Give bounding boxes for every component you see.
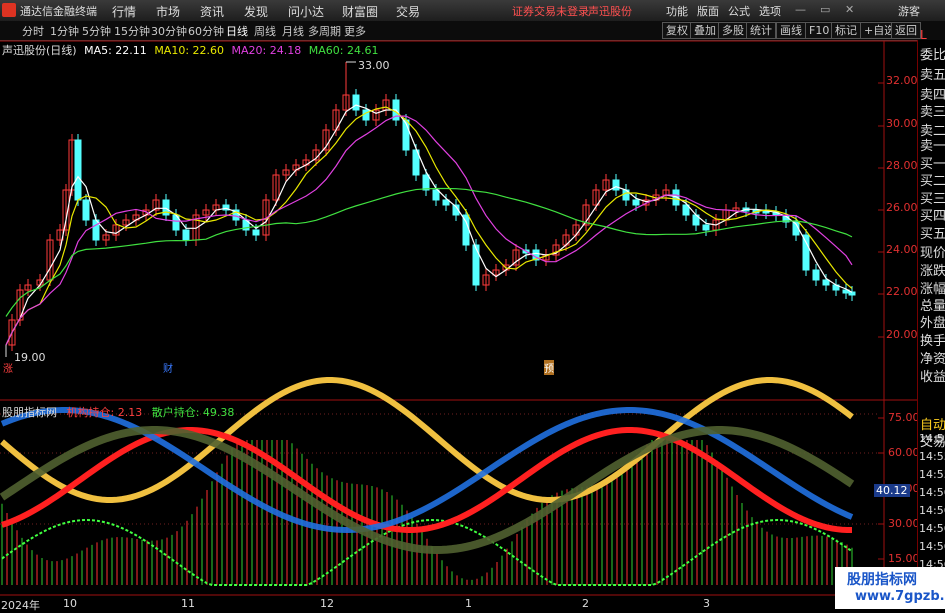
indicator-name[interactable]: 股朋指标网	[2, 406, 57, 419]
y-tick: 32.00	[886, 74, 918, 87]
x-label: 1	[465, 597, 472, 610]
ind-y-tick: 75.00	[888, 411, 920, 424]
x-label: 12	[320, 597, 334, 610]
ind-y-tick: 60.00	[888, 446, 920, 459]
y-tick: 30.00	[886, 117, 918, 130]
ma20-label: MA20: 24.18	[231, 44, 302, 57]
low-label: 19.00	[14, 351, 46, 364]
stock-name: 声迅股份(日线)	[2, 44, 77, 57]
y-tick: 22.00	[886, 285, 918, 298]
candle-body	[182, 229, 190, 241]
trade-time: 14:55	[919, 450, 945, 463]
panel-item: 买四	[920, 209, 945, 224]
watermark-title: 股朋指标网	[847, 572, 917, 588]
x-label: 3	[703, 597, 710, 610]
trade-time: 14:56	[919, 486, 945, 499]
watermark-url: www.7gpzb.com	[855, 589, 945, 604]
candle-body	[74, 139, 82, 201]
ma10-line	[5, 106, 853, 346]
retail-label: 散户持仓: 49.38	[151, 406, 235, 419]
marker-forecast: 预	[544, 360, 554, 375]
panel-item: 买二	[920, 174, 945, 189]
indicator-legend: 股朋指标网 机构持仓: 2.13 散户持仓: 49.38	[2, 404, 234, 420]
panel-item: 现价	[920, 246, 945, 261]
panel-item: 委比	[920, 48, 945, 63]
candle-body	[472, 244, 480, 286]
x-label: 2024年	[1, 599, 40, 612]
panel-item: 卖五	[920, 68, 945, 83]
trade-time: 14:56	[919, 504, 945, 517]
watermark: 股朋指标网 www.7gpzb.com	[835, 567, 945, 609]
candle-body	[82, 199, 90, 221]
candle-body	[252, 229, 260, 236]
panel-item: 卖一	[920, 139, 945, 154]
trade-time: 14:56	[919, 540, 945, 553]
trade-time: 14:56	[919, 522, 945, 535]
candle-body	[422, 174, 430, 191]
candle-body	[612, 179, 620, 191]
marker-up: 涨	[3, 364, 13, 375]
inst-label: 机构持仓: 2.13	[66, 406, 143, 419]
high-label: 33.00	[358, 59, 390, 72]
y-tick: 24.00	[886, 243, 918, 256]
main-legend: 声迅股份(日线) MA5: 22.11 MA10: 22.60 MA20: 24…	[2, 42, 382, 58]
panel-item: 外盘	[920, 316, 945, 331]
ma20-line	[5, 115, 853, 346]
ma5-label: MA5: 22.11	[84, 44, 147, 57]
panel-item: 买五	[920, 227, 945, 242]
x-label: 2	[582, 597, 589, 610]
trade-time: 14:55	[919, 432, 945, 445]
x-label: 11	[181, 597, 195, 610]
panel-l[interactable]: L	[920, 28, 927, 42]
ind-y-tick: 15.00	[888, 552, 920, 565]
y-tick: 28.00	[886, 159, 918, 172]
ind-y-tick: 30.00	[888, 517, 920, 530]
current-value-badge: 40.12	[874, 484, 910, 497]
candle-body	[432, 189, 440, 201]
candle-body	[362, 109, 370, 121]
panel-item: 涨跌	[920, 264, 945, 279]
y-tick: 26.00	[886, 201, 918, 214]
candle-body	[822, 279, 830, 286]
panel-item: 换手	[920, 334, 945, 349]
candle-body	[702, 224, 710, 231]
ma60-line	[5, 187, 853, 317]
panel-item: 卖三	[920, 105, 945, 120]
kline-chart[interactable]	[0, 0, 945, 609]
candle-body	[352, 94, 360, 111]
panel-item: 收益	[920, 370, 945, 385]
ma60-label: MA60: 24.61	[308, 44, 379, 57]
candle-body	[802, 234, 810, 271]
ma5-line	[5, 104, 853, 346]
x-label: 10	[63, 597, 77, 610]
trade-time: 14:55	[919, 468, 945, 481]
candle-body	[632, 199, 640, 206]
marker-finance: 财	[163, 364, 173, 375]
candle-body	[812, 269, 820, 281]
ma10-label: MA10: 22.60	[154, 44, 225, 57]
inst-band-red	[1, 427, 853, 533]
y-tick: 20.00	[886, 328, 918, 341]
panel-item: 净资	[920, 352, 945, 367]
candle-body	[848, 291, 856, 296]
